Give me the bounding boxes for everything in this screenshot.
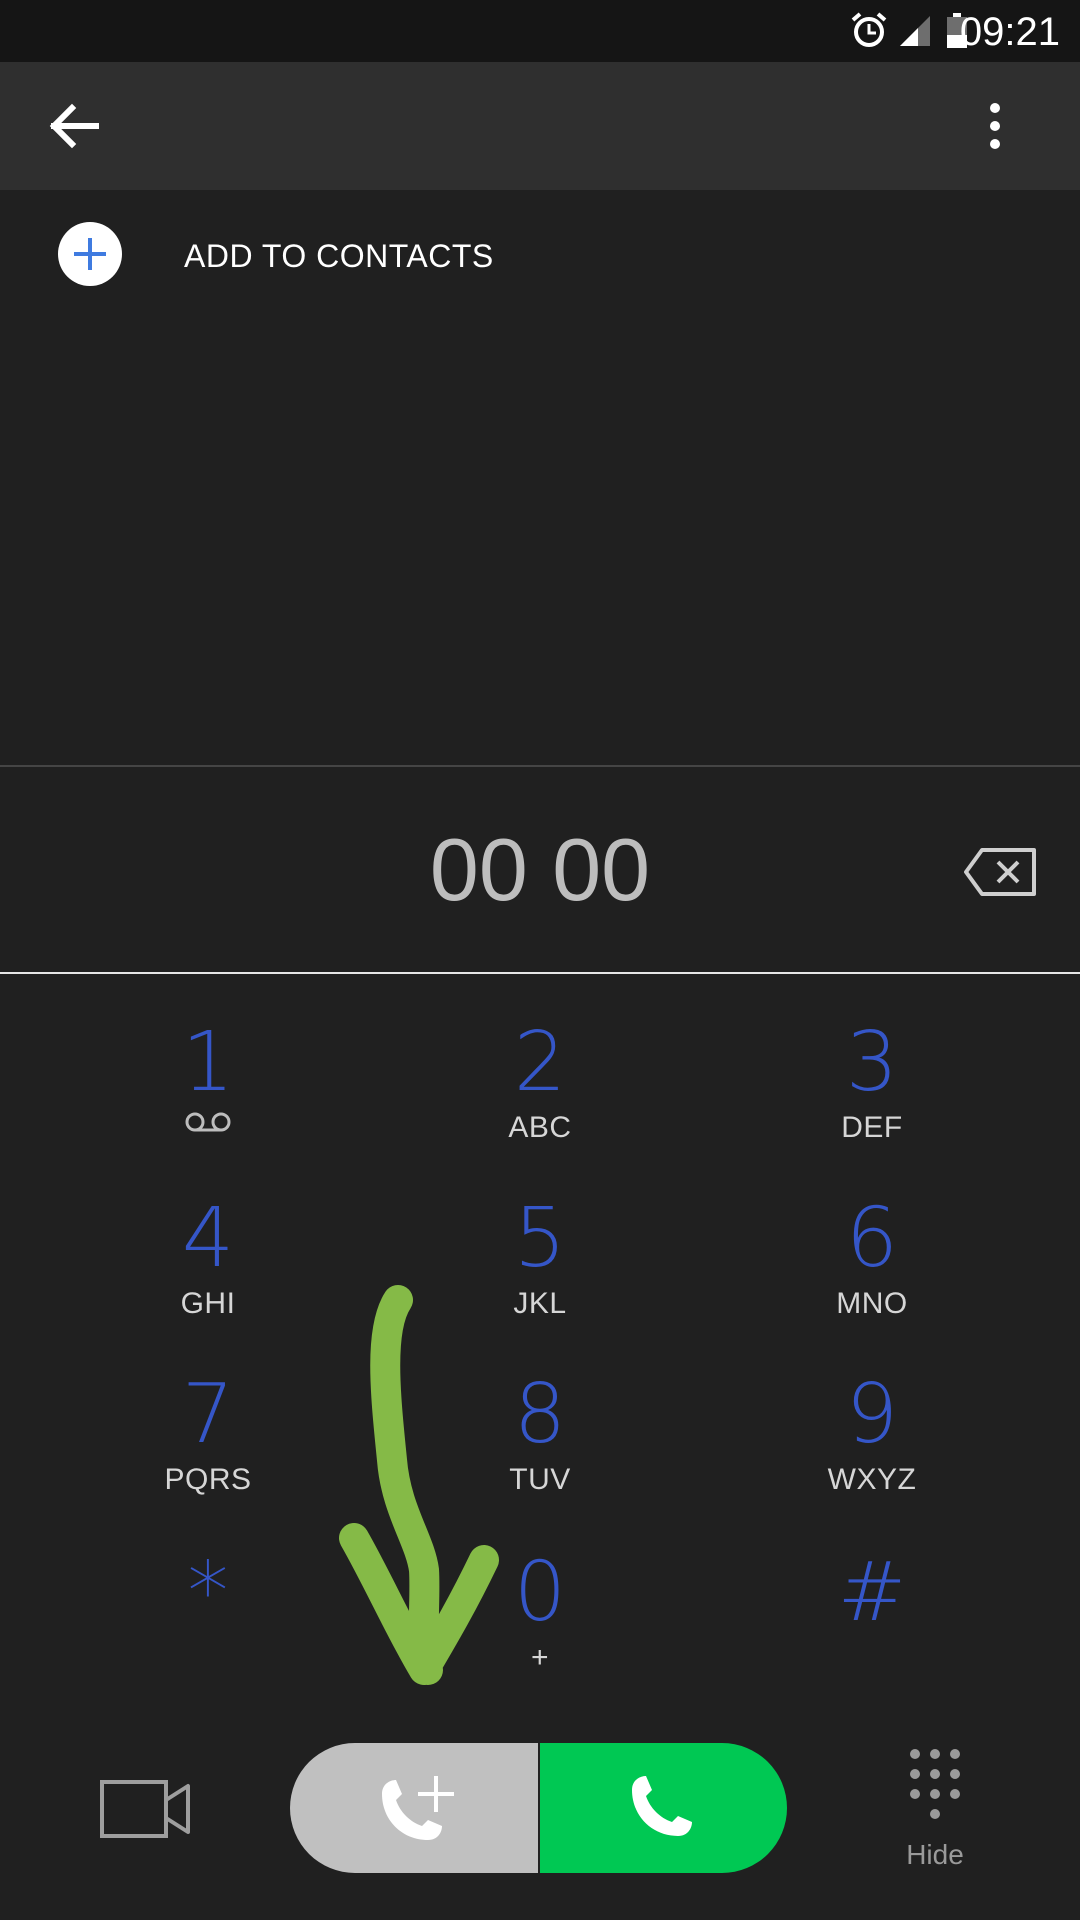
hide-dialpad-button[interactable]: Hide [890,1746,980,1886]
add-call-icon [382,1776,454,1840]
key-hash[interactable]: # [742,1548,1002,1718]
key-2[interactable]: 2 ABC [410,1018,670,1188]
key-letters: ABC [508,1111,572,1144]
dialpad-divider [0,972,1080,974]
alarm-icon [851,12,887,47]
annotation-arrow [339,1285,499,1685]
key-digit: 9 [845,1367,899,1462]
key-digit: 7 [181,1367,235,1462]
call-icon [632,1776,692,1836]
video-call-button[interactable] [96,1770,196,1850]
key-7[interactable]: 7 PQRS [78,1370,338,1540]
hide-label: Hide [906,1839,964,1870]
key-4[interactable]: 4 GHI [78,1194,338,1364]
plus-icon [74,238,106,270]
app-bar [0,62,1080,190]
video-call-icon [100,1780,190,1838]
key-digit: * [187,1545,229,1640]
key-letters: GHI [180,1287,236,1320]
key-letters: PQRS [164,1463,252,1496]
key-letters: MNO [836,1287,908,1320]
key-digit: 3 [845,1015,899,1110]
backspace-icon [964,848,1036,896]
more-vert-icon [990,103,1000,149]
key-digit: 2 [513,1015,567,1110]
key-letters: WXYZ [827,1463,917,1496]
backspace-button[interactable] [962,844,1040,900]
dialpad-icon [910,1749,960,1819]
key-1[interactable]: 1 [78,1018,338,1188]
dialed-number: 00 00 [429,820,651,919]
arrow-left-icon [49,103,99,149]
signal-icon [900,16,930,46]
key-3[interactable]: 3 DEF [742,1018,1002,1188]
back-button[interactable] [34,86,114,166]
voicemail-icon [185,1112,231,1132]
key-digit: # [837,1545,907,1640]
key-digit: 1 [181,1015,235,1110]
key-digit: 4 [181,1191,235,1286]
add-to-contacts-row[interactable] [0,210,1080,300]
key-digit: 6 [845,1191,899,1286]
key-letters: DEF [841,1111,903,1144]
key-9[interactable]: 9 WXYZ [742,1370,1002,1540]
pill-divider [538,1743,540,1873]
key-6[interactable]: 6 MNO [742,1194,1002,1364]
add-to-contacts-label: ADD TO CONTACTS [184,238,494,274]
divider [0,765,1080,767]
status-time: 09:21 [959,10,1060,54]
more-options-button[interactable] [960,86,1030,166]
key-star[interactable]: * [78,1548,338,1718]
add-contact-avatar [58,222,122,286]
